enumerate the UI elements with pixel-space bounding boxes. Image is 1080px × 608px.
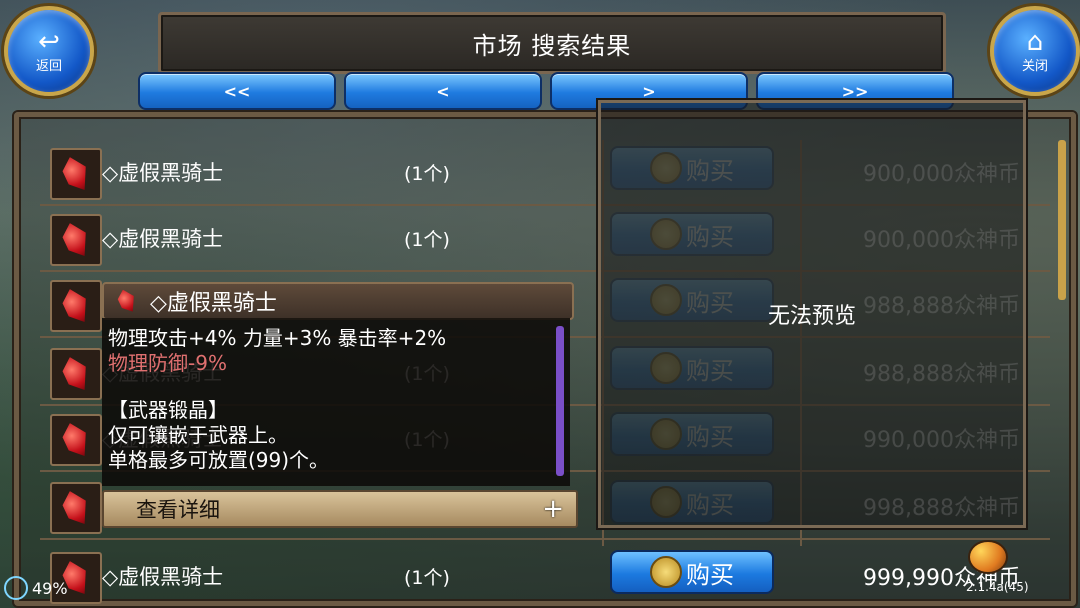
tooltip-desc-1: 仅可镶嵌于武器上。 bbox=[108, 423, 288, 447]
back-label: 返回 bbox=[35, 58, 62, 74]
tooltip-title: ◇虚假黑骑士 bbox=[150, 291, 277, 316]
gem-icon bbox=[58, 419, 95, 462]
gem-icon bbox=[58, 153, 95, 196]
back-button[interactable]: ↩ 返回 bbox=[4, 6, 94, 96]
tooltip-body: 物理攻击+4% 力量+3% 暴击率+2% 物理防御-9% 【武器锻晶】 仅可镶嵌… bbox=[102, 318, 570, 486]
gem-icon bbox=[58, 353, 95, 396]
item-slot[interactable] bbox=[50, 414, 102, 466]
version-label: 2.1.4a(45) bbox=[966, 580, 1029, 594]
page-title: 市场 搜索结果 bbox=[158, 12, 946, 74]
tooltip-scrollbar[interactable] bbox=[556, 326, 564, 476]
row-divider bbox=[40, 538, 1050, 540]
prev-page-button[interactable]: < bbox=[344, 72, 542, 110]
item-slot[interactable] bbox=[50, 148, 102, 200]
item-slot[interactable] bbox=[50, 280, 102, 332]
item-quantity: (1个) bbox=[404, 162, 450, 185]
item-name: ◇虚假黑骑士 bbox=[102, 565, 224, 589]
tooltip-stats: 物理攻击+4% 力量+3% 暴击率+2% bbox=[108, 326, 447, 350]
tooltip-header: ◇虚假黑骑士 bbox=[102, 282, 574, 320]
gem-icon bbox=[58, 219, 95, 262]
gem-icon bbox=[58, 487, 95, 530]
buy-label: 购买 bbox=[686, 560, 734, 589]
palette-icon[interactable] bbox=[968, 540, 1008, 574]
list-scrollbar[interactable] bbox=[1058, 140, 1066, 300]
preview-unavailable-text: 无法预览 bbox=[767, 304, 856, 329]
close-button[interactable]: ⌂ 关闭 bbox=[990, 6, 1080, 96]
table-row: ◇虚假黑骑士 (1个) 购买 999,990众神币 bbox=[40, 544, 1050, 608]
battery-indicator: 49% bbox=[4, 576, 68, 600]
tooltip-penalty: 物理防御-9% bbox=[108, 351, 227, 375]
item-quantity: (1个) bbox=[404, 566, 450, 589]
tooltip-category: 【武器锻晶】 bbox=[108, 398, 228, 422]
item-name: ◇虚假黑骑士 bbox=[102, 227, 224, 251]
item-slot[interactable] bbox=[50, 214, 102, 266]
view-details-button[interactable]: 查看详细 + bbox=[102, 490, 578, 528]
buy-button[interactable]: 购买 bbox=[610, 550, 774, 594]
view-details-label: 查看详细 bbox=[136, 498, 220, 522]
item-name: ◇虚假黑骑士 bbox=[102, 161, 224, 185]
tooltip-desc-2: 单格最多可放置(99)个。 bbox=[108, 448, 330, 472]
item-slot[interactable] bbox=[50, 482, 102, 534]
battery-percent: 49% bbox=[32, 578, 68, 598]
home-icon: ⌂ bbox=[1026, 26, 1044, 57]
first-page-button[interactable]: << bbox=[138, 72, 336, 110]
close-label: 关闭 bbox=[1021, 58, 1048, 74]
gem-icon bbox=[110, 287, 144, 315]
coin-icon bbox=[650, 556, 682, 588]
item-slot[interactable] bbox=[50, 348, 102, 400]
gem-icon bbox=[58, 285, 95, 328]
plus-icon: + bbox=[542, 494, 564, 524]
back-arrow-icon: ↩ bbox=[38, 26, 60, 57]
item-preview-panel: 无法预览 bbox=[598, 100, 1026, 528]
battery-icon bbox=[4, 576, 28, 600]
item-quantity: (1个) bbox=[404, 228, 450, 251]
